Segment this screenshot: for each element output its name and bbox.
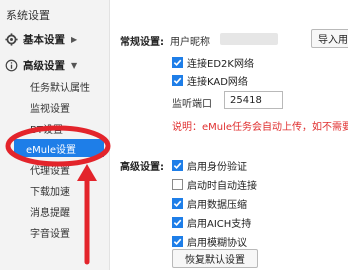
auth-option[interactable]: 启用身份验证 [172, 158, 247, 173]
import-button[interactable]: 导入用 [311, 29, 348, 48]
connect-kad-option[interactable]: 连接KAD网络 [172, 73, 248, 88]
auth-checkbox[interactable] [172, 160, 183, 171]
sidebar-group-advanced-label: 高级设置 [23, 60, 65, 72]
compression-label: 启用数据压缩 [187, 200, 247, 211]
chevron-down-icon: ▼ [71, 61, 78, 70]
chevron-right-icon: ▶ [71, 35, 78, 44]
sidebar-item-download-accel[interactable]: 下载加速 [30, 183, 70, 198]
compression-option[interactable]: 启用数据压缩 [172, 196, 247, 211]
restore-defaults-button[interactable]: 恢复默认设置 [172, 249, 258, 268]
advanced-section-label: 高级设置: [120, 162, 164, 173]
auth-label: 启用身份验证 [187, 162, 247, 173]
sidebar-item-bt[interactable]: BT设置 [30, 121, 63, 136]
aich-label: 启用AICH支持 [187, 219, 252, 230]
general-section-label: 常规设置: [120, 37, 164, 48]
connect-ed2k-checkbox[interactable] [172, 57, 183, 68]
nickname-redacted-value [220, 33, 278, 45]
aich-checkbox[interactable] [172, 217, 183, 228]
sidebar-item-sound[interactable]: 字音设置 [30, 225, 70, 240]
listen-port-input[interactable]: 25418 [224, 91, 283, 109]
sidebar-item-notifications[interactable]: 消息提醒 [30, 204, 70, 219]
auto-connect-option[interactable]: 启动时自动连接 [172, 177, 257, 192]
upload-note: 说明：eMule任务会自动上传，如不需要上 [172, 122, 348, 133]
obfuscation-label: 启用模糊协议 [187, 238, 247, 249]
sidebar-item-emule[interactable]: eMule设置 [14, 139, 104, 157]
info-icon [4, 59, 18, 73]
sidebar-item-task-defaults[interactable]: 任务默认属性 [30, 79, 90, 94]
auto-connect-label: 启动时自动连接 [187, 181, 257, 192]
connect-ed2k-label: 连接ED2K网络 [187, 59, 254, 70]
gear-icon [4, 33, 18, 47]
sidebar-item-proxy[interactable]: 代理设置 [30, 162, 70, 177]
compression-checkbox[interactable] [172, 198, 183, 209]
port-label: 监听端口 [172, 99, 212, 110]
obfuscation-checkbox[interactable] [172, 236, 183, 247]
sidebar-group-basic-label: 基本设置 [23, 34, 65, 46]
sidebar: 系统设置 基本设置 ▶ 高级设置 ▼ 任务默认属性 监视设置 BT设置 eMul… [0, 0, 110, 270]
sidebar-group-advanced[interactable]: 高级设置 ▼ [4, 58, 77, 73]
auto-connect-checkbox[interactable] [172, 179, 183, 190]
sidebar-item-monitor[interactable]: 监视设置 [30, 100, 70, 115]
connect-kad-label: 连接KAD网络 [187, 77, 248, 88]
sidebar-group-basic[interactable]: 基本设置 ▶ [4, 32, 77, 47]
obfuscation-option[interactable]: 启用模糊协议 [172, 234, 247, 249]
nickname-label: 用户昵称 [170, 37, 210, 48]
app-title: 系统设置 [6, 9, 50, 22]
connect-ed2k-option[interactable]: 连接ED2K网络 [172, 55, 254, 70]
connect-kad-checkbox[interactable] [172, 75, 183, 86]
aich-option[interactable]: 启用AICH支持 [172, 215, 251, 230]
